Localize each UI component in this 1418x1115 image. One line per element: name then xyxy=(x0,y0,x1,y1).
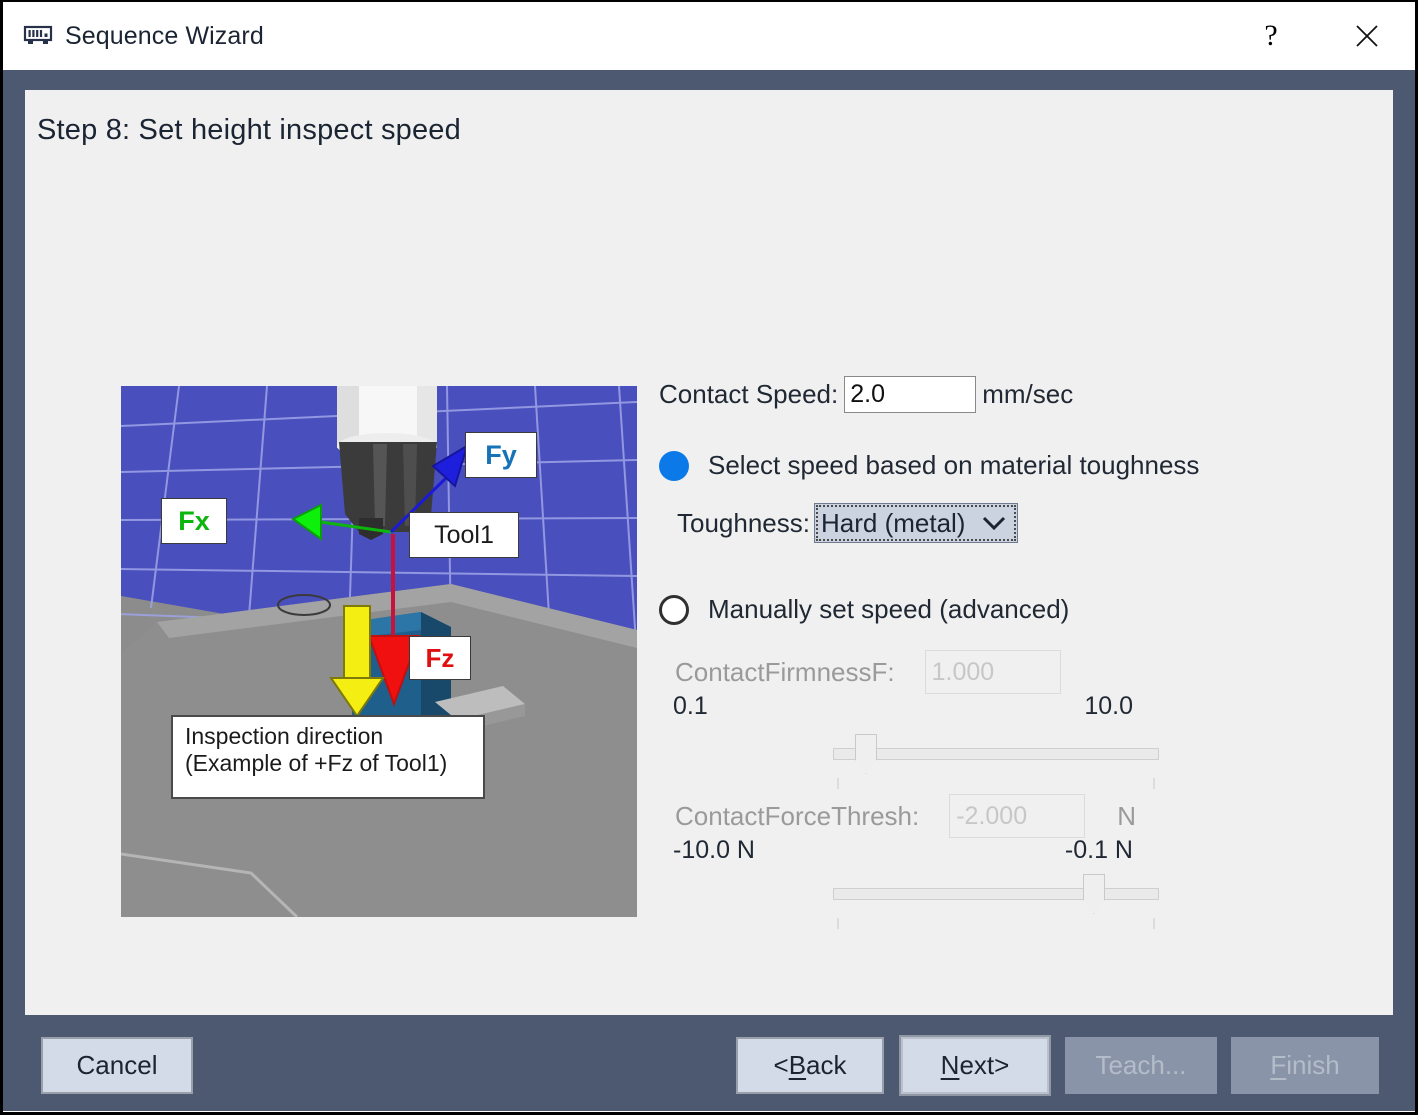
firmness-slider[interactable] xyxy=(833,732,1159,788)
wizard-button-bar: Cancel < Back Next > Teach... Finish xyxy=(3,1030,1415,1111)
callout-fz: Fz xyxy=(409,636,471,680)
contact-speed-unit: mm/sec xyxy=(982,379,1073,410)
dialog-frame: Step 8: Set height inspect speed xyxy=(3,70,1415,1111)
firmness-slider-track[interactable] xyxy=(833,748,1159,760)
finish-button: Finish xyxy=(1231,1037,1379,1094)
back-prefix: < xyxy=(774,1050,789,1081)
contact-speed-label: Contact Speed: xyxy=(659,379,838,410)
next-button[interactable]: Next > xyxy=(901,1037,1049,1094)
toughness-value: Hard (metal) xyxy=(821,508,965,539)
inspection-direction-illustration: Fy Fx Fz Tool1 Inspection direction (Exa… xyxy=(121,386,637,917)
back-rest: ack xyxy=(806,1050,846,1081)
radio-select-by-toughness[interactable] xyxy=(659,451,689,481)
force-thresh-input[interactable]: -2.000 xyxy=(949,794,1085,838)
close-icon[interactable] xyxy=(1319,2,1415,70)
toughness-select[interactable]: Hard (metal) xyxy=(814,503,1018,543)
callout-fx: Fx xyxy=(161,498,227,544)
force-thresh-tick-max xyxy=(1153,918,1155,929)
window-title: Sequence Wizard xyxy=(65,22,264,51)
chevron-down-icon xyxy=(981,515,1007,531)
force-thresh-max-label: -0.1 N xyxy=(1065,836,1133,865)
force-thresh-range-labels: -10.0 N -0.1 N xyxy=(673,836,1133,865)
finish-rest: inish xyxy=(1286,1050,1339,1081)
next-rest: ext xyxy=(959,1050,994,1081)
callout-fy: Fy xyxy=(465,432,537,478)
back-button[interactable]: < Back xyxy=(736,1037,884,1094)
firmness-range-labels: 0.1 10.0 xyxy=(673,692,1133,721)
firmness-input[interactable]: 1.000 xyxy=(925,650,1061,694)
sequence-wizard-window: Sequence Wizard ? Step 8: Set height ins… xyxy=(0,0,1418,1115)
page-title: Step 8: Set height inspect speed xyxy=(37,114,461,147)
callout-inspection-note: Inspection direction (Example of +Fz of … xyxy=(171,715,485,799)
force-thresh-row: ContactForceThresh: -2.000 N xyxy=(675,794,1136,838)
cancel-button[interactable]: Cancel xyxy=(41,1037,193,1094)
force-thresh-slider-thumb[interactable] xyxy=(1083,874,1105,914)
mode-auto-label: Select speed based on material toughness xyxy=(708,450,1199,481)
next-accel: N xyxy=(941,1050,960,1081)
mode-manual-row[interactable]: Manually set speed (advanced) xyxy=(659,594,1069,625)
firmness-min-label: 0.1 xyxy=(673,692,708,721)
finish-accel: F xyxy=(1270,1050,1286,1081)
mode-manual-label: Manually set speed (advanced) xyxy=(708,594,1069,625)
firmness-slider-thumb[interactable] xyxy=(855,734,877,774)
teach-button: Teach... xyxy=(1065,1037,1217,1094)
force-thresh-unit: N xyxy=(1117,801,1136,832)
callout-tool1: Tool1 xyxy=(409,512,519,558)
firmness-label: ContactFirmnessF: xyxy=(675,657,895,688)
mode-auto-row[interactable]: Select speed based on material toughness xyxy=(659,450,1199,481)
illustration-scene xyxy=(121,386,637,917)
force-thresh-tick-min xyxy=(837,918,839,929)
firmness-max-label: 10.0 xyxy=(1084,692,1133,721)
firmness-row: ContactFirmnessF: 1.000 xyxy=(675,650,1061,694)
toughness-label: Toughness: xyxy=(677,508,810,539)
next-suffix: > xyxy=(994,1050,1009,1081)
window-controls: ? xyxy=(1223,2,1415,70)
toughness-row: Toughness: Hard (metal) xyxy=(677,503,1018,543)
radio-manual-speed[interactable] xyxy=(659,595,689,625)
content-panel: Step 8: Set height inspect speed xyxy=(25,90,1393,1015)
force-thresh-min-label: -10.0 N xyxy=(673,836,755,865)
force-thresh-slider[interactable] xyxy=(833,872,1159,928)
back-accel: B xyxy=(789,1050,806,1081)
firmness-tick-max xyxy=(1153,778,1155,789)
force-thresh-label: ContactForceThresh: xyxy=(675,801,919,832)
contact-speed-row: Contact Speed: 2.0 mm/sec xyxy=(659,376,1073,413)
force-thresh-slider-track[interactable] xyxy=(833,888,1159,900)
contact-speed-input[interactable]: 2.0 xyxy=(844,376,976,413)
memory-module-icon xyxy=(23,21,53,51)
firmness-tick-min xyxy=(837,778,839,789)
help-button[interactable]: ? xyxy=(1223,2,1319,70)
title-bar: Sequence Wizard ? xyxy=(3,2,1415,70)
